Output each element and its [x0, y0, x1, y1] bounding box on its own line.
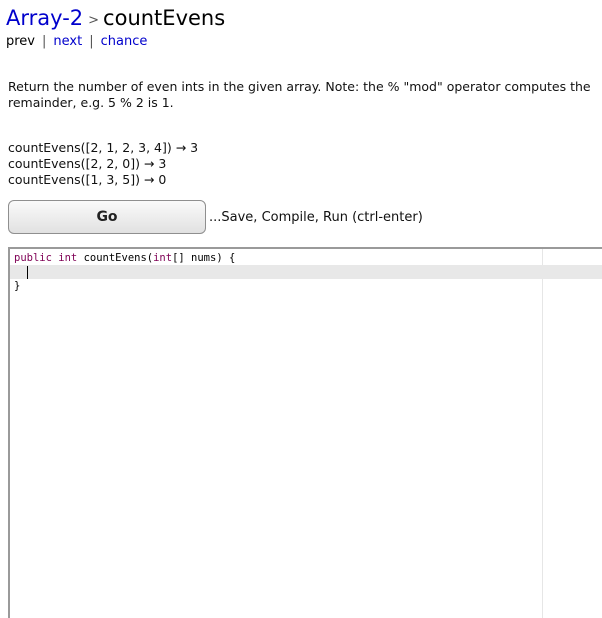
- breadcrumb-separator: >: [88, 13, 100, 28]
- nav-separator: |: [42, 34, 47, 49]
- problem-description: Return the number of even ints in the gi…: [8, 79, 591, 110]
- problem-nav: prev | next | chance: [6, 34, 147, 49]
- print-margin-line: [542, 249, 543, 618]
- go-hint: ...Save, Compile, Run (ctrl-enter): [209, 210, 423, 225]
- go-button[interactable]: Go: [8, 200, 206, 234]
- param-rest: [] nums) {: [172, 252, 236, 264]
- example-item: countEvens([2, 2, 0]) → 3: [8, 156, 167, 171]
- examples-list: countEvens([2, 1, 2, 3, 4]) → 3 countEve…: [8, 140, 198, 188]
- next-link[interactable]: next: [53, 34, 82, 49]
- code-editor[interactable]: public int countEvens(int[] nums) { }: [8, 247, 602, 618]
- example-item: countEvens([2, 1, 2, 3, 4]) → 3: [8, 140, 199, 155]
- method-name: countEvens(: [83, 252, 154, 264]
- example-item: countEvens([1, 3, 5]) → 0: [8, 172, 167, 187]
- nav-separator: |: [89, 34, 94, 49]
- prev-label: prev: [6, 34, 36, 49]
- chance-link[interactable]: chance: [101, 34, 148, 49]
- keyword-int: int: [58, 252, 78, 264]
- closing-brace: }: [14, 280, 21, 292]
- keyword-param-type: int: [153, 252, 173, 264]
- breadcrumb: Array-2 > countEvens: [6, 6, 225, 30]
- code-text[interactable]: public int countEvens(int[] nums) { }: [14, 251, 235, 293]
- breadcrumb-section-link[interactable]: Array-2: [6, 6, 83, 30]
- text-cursor: [27, 266, 28, 279]
- page-title: countEvens: [103, 6, 226, 30]
- keyword-public: public: [14, 252, 52, 264]
